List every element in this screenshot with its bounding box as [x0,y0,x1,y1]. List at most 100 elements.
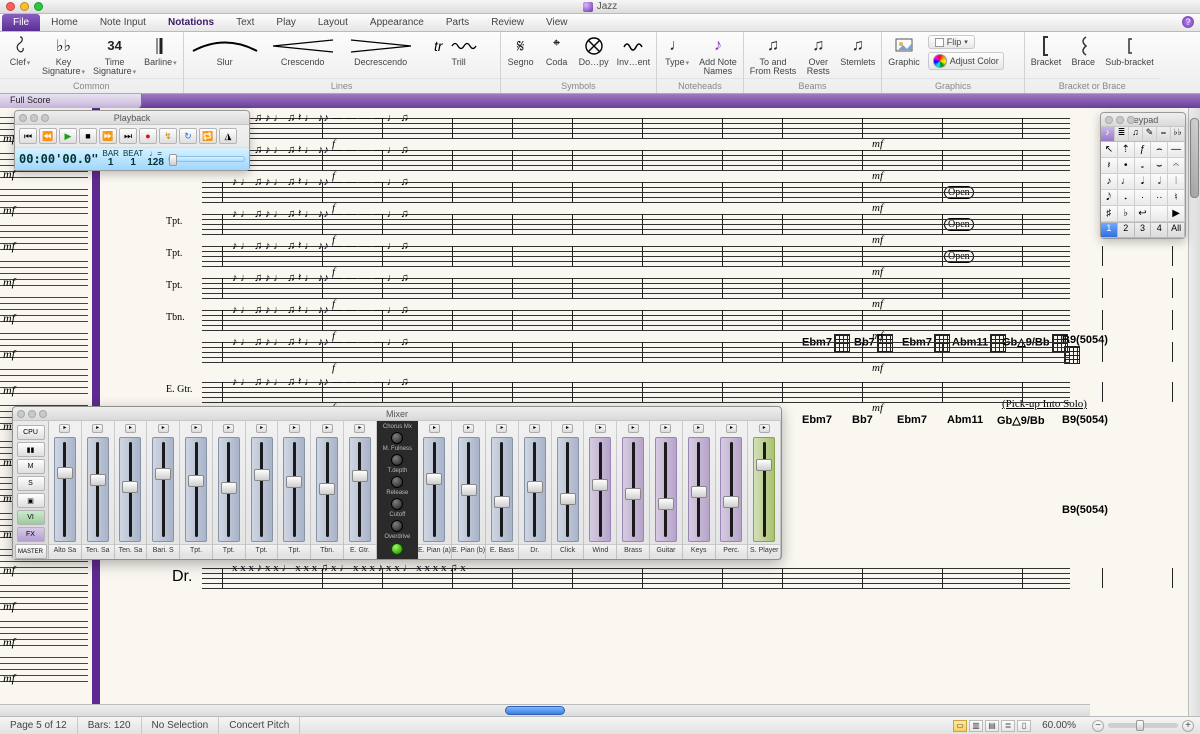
view-mode-spread[interactable]: ▤ [985,720,999,732]
track-arm-button[interactable]: ▸ [92,424,103,433]
master-button[interactable]: MASTER [15,544,47,559]
mixer-track[interactable]: ▸Alto Sa [49,421,82,559]
mixer-track[interactable]: ▸S. Player [748,421,781,559]
fader-knob[interactable] [188,475,204,487]
keypad-cell[interactable]: • [1118,158,1135,174]
track-arm-button[interactable]: ▸ [628,424,639,433]
meter-toggle[interactable]: ▮▮ [17,442,45,457]
tempo-slider[interactable] [168,156,245,162]
help-icon[interactable]: ? [1182,16,1194,28]
panel-close-button[interactable] [1105,116,1113,124]
cpu-meter[interactable]: CPU [17,425,45,440]
mixer-track[interactable]: ▸Click [552,421,585,559]
voice-4-button[interactable]: 4 [1151,222,1168,238]
fx-knob[interactable] [391,498,403,510]
status-page[interactable]: Page 5 of 12 [0,717,78,734]
track-arm-button[interactable]: ▸ [289,424,300,433]
replay-button[interactable]: 🔁 [199,128,217,144]
keypad-tab-3[interactable]: ♫ [1129,127,1143,141]
fader-knob[interactable] [286,476,302,488]
fx-knob[interactable] [391,454,403,466]
fader-knob[interactable] [691,486,707,498]
zoom-in-button[interactable]: + [1182,720,1194,732]
keypad-cell[interactable]: 𝅘𝅥𝅮 [1101,190,1118,206]
fader-knob[interactable] [756,459,772,471]
live-tempo-button[interactable]: ↯ [159,128,177,144]
track-arm-button[interactable]: ▸ [59,424,70,433]
vi-button[interactable]: VI [17,510,45,525]
fader[interactable] [283,437,305,542]
tab-text[interactable]: Text [225,14,265,31]
mixer-track[interactable]: ▸Guitar [650,421,683,559]
staff[interactable]: Tbn.fmf♪ ♩ ♫ ♪ ♩ ♫ 𝄽 ♩ ♪♪ — — — — ♩ ♫ [202,306,1070,334]
forward-end-button[interactable]: ⏭ [119,128,137,144]
track-arm-button[interactable]: ▸ [496,424,507,433]
tab-review[interactable]: Review [480,14,535,31]
track-arm-button[interactable]: ▸ [354,424,365,433]
tab-file[interactable]: File [2,14,40,31]
fader[interactable] [524,437,546,542]
fader-knob[interactable] [461,484,477,496]
mixer-track[interactable]: ▸Dr. [519,421,552,559]
panel-close-button[interactable] [17,410,25,418]
play-button[interactable]: ▶ [59,128,77,144]
fx-button[interactable]: FX [17,527,45,542]
zoom-percent[interactable]: 60.00% [1032,717,1086,734]
time-signature-button[interactable]: 34 Time Signature [93,35,136,77]
panel-min-button[interactable] [28,410,36,418]
keypad-cell[interactable]: ♩ [1118,174,1135,190]
tab-layout[interactable]: Layout [307,14,359,31]
staff[interactable]: Tpt.fmf♪ ♩ ♫ ♪ ♩ ♫ 𝄽 ♩ ♪♪ — — — — ♩ ♫ [202,242,1070,270]
staff[interactable]: Tpt.fmf♪ ♩ ♫ ♪ ♩ ♫ 𝄽 ♩ ♪♪ — — — — ♩ ♫ [202,274,1070,302]
beam-to-from-rests-button[interactable]: ♫To and From Rests [750,35,797,77]
fx-on-indicator[interactable] [391,543,403,555]
view-mode-panorama[interactable]: ▭ [953,720,967,732]
fader-knob[interactable] [319,483,335,495]
fader[interactable] [251,437,273,542]
keypad-cell[interactable]: ·· [1151,190,1168,206]
keypad-tab-5[interactable]: 𝆗 [1157,127,1171,141]
rewind-button[interactable]: ⏪ [39,128,57,144]
view-mode-vertical[interactable]: ≣ [1001,720,1015,732]
fader-knob[interactable] [221,482,237,494]
mixer-track[interactable]: ▸Tpt. [180,421,213,559]
tab-play[interactable]: Play [265,14,306,31]
track-arm-button[interactable]: ▸ [693,424,704,433]
voice-2-button[interactable]: 2 [1118,222,1135,238]
show-hide-button[interactable]: ▣ [17,493,45,508]
fader-knob[interactable] [352,470,368,482]
fader[interactable] [557,437,579,542]
tab-notations[interactable]: Notations [157,14,225,31]
playback-panel[interactable]: Playback ⏮ ⏪ ▶ ■ ⏩ ⏭ ● ↯ ↻ 🔁 ◮ 00:00'00.… [14,110,250,171]
fader-knob[interactable] [155,468,171,480]
fader[interactable] [87,437,109,542]
fx-knob[interactable] [391,520,403,532]
fader[interactable] [119,437,141,542]
document-tab-full-score[interactable]: Full Score [0,94,142,108]
tab-home[interactable]: Home [40,14,89,31]
stemlets-button[interactable]: ♫Stemlets [840,35,875,67]
keypad-cell[interactable]: ƒ [1135,142,1152,158]
mixer-track[interactable]: ▸Tpt. [278,421,311,559]
live-playback-button[interactable]: ↻ [179,128,197,144]
horizontal-scrollbar[interactable] [0,704,1090,716]
scrollbar-thumb[interactable] [1190,118,1199,198]
barline-button[interactable]: Barline [144,35,177,67]
track-arm-button[interactable]: ▸ [759,424,770,433]
rewind-start-button[interactable]: ⏮ [19,128,37,144]
fader[interactable] [688,437,710,542]
track-arm-button[interactable]: ▸ [191,424,202,433]
panel-zoom-button[interactable] [39,410,47,418]
fader-knob[interactable] [592,479,608,491]
status-pitch[interactable]: Concert Pitch [219,717,300,734]
keypad-cell[interactable]: 𝄐 [1168,158,1185,174]
keypad-titlebar[interactable]: Keypad [1101,113,1185,127]
adjust-color-button[interactable]: Adjust Color [928,52,1004,70]
staff[interactable]: fmf♪ ♩ ♫ ♪ ♩ ♫ 𝄽 ♩ ♪♪ — — — — ♩ ♫ [202,114,1070,142]
keypad-cell[interactable]: ⌣ [1151,158,1168,174]
keypad-cell[interactable]: 𝅗 [1135,158,1152,174]
mixer-track[interactable]: ▸Ten. Sa [115,421,148,559]
keypad-cell[interactable]: ♮ [1168,190,1185,206]
playback-titlebar[interactable]: Playback [15,111,249,125]
mixer-titlebar[interactable]: Mixer [13,407,781,421]
